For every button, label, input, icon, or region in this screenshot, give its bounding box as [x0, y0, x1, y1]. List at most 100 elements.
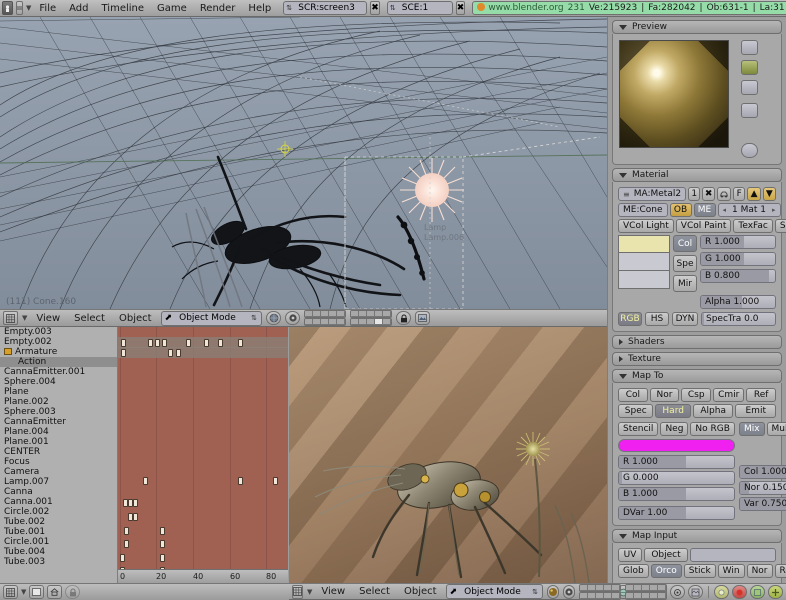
down-arrow-icon[interactable]: ▼ — [762, 187, 776, 201]
channel-buttons[interactable]: Col Spe Mir — [673, 235, 697, 292]
layer-buttons-group-2[interactable] — [350, 310, 393, 326]
keyframe[interactable] — [238, 339, 243, 347]
material-users-count[interactable]: 1 — [688, 187, 701, 201]
render-preview-icon[interactable] — [415, 311, 431, 325]
cube-preview-icon[interactable] — [741, 80, 758, 95]
color-swatch-stack[interactable] — [618, 235, 670, 292]
me-link-button[interactable]: ME — [693, 203, 716, 217]
outliner-item[interactable]: Lamp.007 — [0, 477, 117, 487]
texture-blend-color-swatch[interactable] — [618, 439, 735, 452]
keyframe[interactable] — [218, 339, 223, 347]
stick-button[interactable]: Stick — [683, 564, 716, 578]
vcol-light-button[interactable]: VCol Light — [618, 219, 674, 233]
mirror-color-swatch[interactable] — [618, 271, 670, 289]
viewport-3d-wireframe[interactable]: Lamp Lamp.006 (111) Cone.160 — [0, 17, 607, 309]
layer-buttons-group-3[interactable] — [579, 583, 622, 600]
mapto-emit-button[interactable]: Emit — [735, 404, 776, 418]
keyframe[interactable] — [168, 349, 173, 357]
scene-selector[interactable]: ⇅ SCE:1 — [386, 1, 453, 15]
material-index-field[interactable]: ◂ 1 Mat 1 ▸ — [717, 203, 781, 217]
chevron-down-icon[interactable] — [619, 172, 627, 178]
outliner-item[interactable]: Circle.001 — [0, 537, 117, 547]
keyframe[interactable] — [121, 349, 126, 357]
slider-b[interactable]: B 0.800 — [700, 269, 776, 283]
vcol-paint-button[interactable]: VCol Paint — [675, 219, 732, 233]
sky-preview-icon[interactable] — [741, 143, 758, 158]
mapto-col-button[interactable]: Col — [618, 388, 648, 402]
window-icon-left[interactable] — [29, 585, 45, 599]
screen-selector[interactable]: ⇅ SCR:screen3 — [283, 1, 368, 15]
refl-button[interactable]: Refl — [774, 564, 786, 578]
panel-preview-header[interactable]: Preview — [612, 20, 782, 34]
blender-logo-icon[interactable] — [2, 1, 13, 15]
grid-icon-bottombar[interactable] — [3, 585, 18, 599]
panel-shaders-header[interactable]: Shaders — [612, 335, 782, 349]
slider-alpha[interactable]: Alpha 1.000 — [700, 295, 776, 309]
shading-icon[interactable] — [714, 585, 729, 599]
outliner-item[interactable]: Empty.002 — [0, 337, 117, 347]
outliner-item[interactable]: Sphere.004 — [0, 377, 117, 387]
win-button[interactable]: Win — [717, 564, 745, 578]
hs-mode-button[interactable]: HS — [645, 312, 669, 326]
home-icon-left[interactable] — [47, 585, 63, 599]
action-editor-panel[interactable]: 0 20 40 60 80 — [118, 327, 288, 583]
rotate-manipulator-icon[interactable] — [285, 311, 301, 325]
outliner-item[interactable]: Circle.002 — [0, 507, 117, 517]
outliner-item[interactable]: Focus — [0, 457, 117, 467]
slider-g[interactable]: G 1.000 — [700, 252, 776, 266]
lock-icon[interactable] — [396, 311, 412, 325]
keyframe[interactable] — [133, 499, 138, 507]
outliner-item[interactable]: CannaEmitter — [0, 417, 117, 427]
viewport-bottom-menu-view[interactable]: View — [316, 584, 350, 599]
physics-icon[interactable] — [670, 585, 685, 599]
slider-spectra[interactable]: SpecTra 0.0 — [701, 312, 776, 326]
viewport-bottom-menu-object[interactable]: Object — [399, 584, 442, 599]
spe-channel-button[interactable]: Spe — [673, 255, 697, 272]
mapto-csp-button[interactable]: Csp — [681, 388, 712, 402]
shaded-draw-type-icon[interactable] — [547, 584, 560, 599]
viewport-menu-select[interactable]: Select — [69, 311, 110, 326]
outliner-item[interactable]: Action — [0, 357, 117, 367]
mapto-cmir-button[interactable]: Cmir — [713, 388, 745, 402]
layer-buttons-group-4[interactable] — [625, 583, 668, 600]
mir-channel-button[interactable]: Mir — [673, 275, 697, 292]
chevron-right-icon[interactable] — [619, 356, 623, 362]
material-name-field[interactable]: ≡ MA:Metal2 — [618, 187, 687, 201]
mapto-ref-button[interactable]: Ref — [746, 388, 777, 402]
texture-icon[interactable] — [688, 585, 703, 599]
outliner-item[interactable]: Tube.001 — [0, 527, 117, 537]
header-menu-collapse-icon-bottom[interactable]: ▼ — [307, 588, 312, 596]
outliner-item[interactable]: Plane — [0, 387, 117, 397]
action-time-axis[interactable]: 0 20 40 60 80 — [118, 569, 288, 583]
scene-updown-icon[interactable]: ⇅ — [388, 2, 398, 14]
viewport-menu-object[interactable]: Object — [114, 311, 157, 326]
mode-updown-icon-bottom[interactable]: ⇅ — [530, 586, 540, 598]
keyframe[interactable] — [162, 339, 167, 347]
scene-icon[interactable] — [768, 585, 783, 599]
outliner-item[interactable]: Tube.003 — [0, 557, 117, 567]
rgb-mode-button[interactable]: RGB — [618, 312, 642, 326]
grid-icon-bottom[interactable] — [292, 584, 303, 599]
mapto-hard-button[interactable]: Hard — [655, 404, 691, 418]
outliner-item[interactable]: Plane.004 — [0, 427, 117, 437]
mapto-slider-r[interactable]: R 1.000 — [618, 455, 735, 469]
outliner-item[interactable]: Sphere.003 — [0, 407, 117, 417]
keyframe[interactable] — [160, 540, 165, 548]
nor-button[interactable]: Nor — [746, 564, 773, 578]
outliner-item[interactable]: Plane.001 — [0, 437, 117, 447]
viewport-mode-selector[interactable]: ⬈ Object Mode ⇅ — [160, 310, 263, 326]
texfac-button[interactable]: TexFac — [733, 219, 773, 233]
menu-add[interactable]: Add — [64, 1, 93, 16]
delete-scene-button[interactable]: ✖ — [455, 1, 466, 15]
neg-button[interactable]: Neg — [660, 422, 689, 436]
properties-panel[interactable]: Preview Material ≡ MA:Metal2 1 ✖ F ▲ ▼ M… — [607, 17, 786, 583]
keyframe[interactable] — [238, 477, 243, 485]
mapto-spec-button[interactable]: Spec — [618, 404, 654, 418]
outliner-item[interactable]: Empty.003 — [0, 327, 117, 337]
keyframe[interactable] — [133, 513, 138, 521]
slider-r[interactable]: R 1.000 — [700, 235, 776, 249]
delete-screen-button[interactable]: ✖ — [370, 1, 380, 15]
menu-render[interactable]: Render — [195, 1, 241, 16]
orco-button[interactable]: Orco — [650, 564, 682, 578]
col-channel-button[interactable]: Col — [673, 235, 697, 252]
